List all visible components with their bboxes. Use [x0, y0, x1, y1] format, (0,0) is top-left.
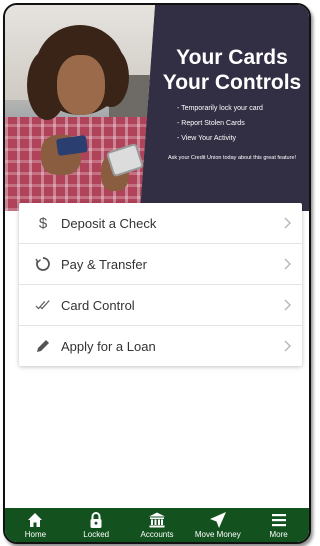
- circle-arrows-icon: [35, 256, 51, 272]
- bank-icon: [148, 512, 165, 528]
- menu-item-card-control[interactable]: Card Control: [19, 285, 302, 326]
- chevron-right-icon: [284, 258, 291, 270]
- menu-icon: [271, 514, 286, 527]
- tab-label: Move Money: [194, 530, 241, 539]
- menu-item-label: Deposit a Check: [61, 215, 157, 231]
- tab-label: Locked: [83, 530, 110, 539]
- menu-item-apply-loan[interactable]: Apply for a Loan: [19, 326, 302, 366]
- checkmarks-icon: [35, 297, 51, 313]
- menu-item-label: Pay & Transfer: [61, 256, 147, 272]
- chevron-right-icon: [284, 340, 291, 352]
- chevron-right-icon: [284, 299, 291, 311]
- promo-bullet: - View Your Activity: [177, 135, 237, 142]
- tab-label: Home: [24, 530, 47, 539]
- dollar-icon: $: [38, 214, 48, 232]
- promo-banner[interactable]: Your Cards Your Controls - Temporarily l…: [5, 5, 309, 211]
- menu-item-deposit-check[interactable]: $ Deposit a Check: [19, 203, 302, 244]
- menu-item-label: Card Control: [61, 297, 135, 313]
- tab-move-money[interactable]: Move Money: [187, 508, 248, 542]
- tab-label: Accounts: [140, 530, 174, 539]
- chevron-right-icon: [284, 217, 291, 229]
- promo-title: Your Cards Your Controls: [162, 46, 302, 94]
- bottom-tab-bar: Home Locked Accounts Move Money More: [5, 508, 309, 542]
- menu-item-label: Apply for a Loan: [61, 338, 156, 354]
- tab-locked[interactable]: Locked: [66, 508, 127, 542]
- tab-more[interactable]: More: [248, 508, 309, 542]
- promo-footnote: Ask your Credit Union today about this g…: [167, 155, 297, 161]
- home-icon: [28, 513, 43, 527]
- tab-accounts[interactable]: Accounts: [127, 508, 188, 542]
- promo-photo: [5, 5, 155, 211]
- lock-icon: [90, 512, 102, 528]
- pencil-icon: [35, 338, 51, 354]
- app-frame: Your Cards Your Controls - Temporarily l…: [3, 3, 311, 544]
- menu-item-pay-transfer[interactable]: Pay & Transfer: [19, 244, 302, 285]
- promo-bullet: - Report Stolen Cards: [177, 120, 245, 127]
- promo-bullet: - Temporarily lock your card: [177, 105, 263, 112]
- tab-home[interactable]: Home: [5, 508, 66, 542]
- promo-bullets: - Temporarily lock your card - Report St…: [177, 101, 263, 146]
- action-menu: $ Deposit a Check Pay & Transfer Card Co…: [19, 203, 302, 366]
- tab-label: More: [269, 530, 288, 539]
- send-icon: [209, 512, 226, 528]
